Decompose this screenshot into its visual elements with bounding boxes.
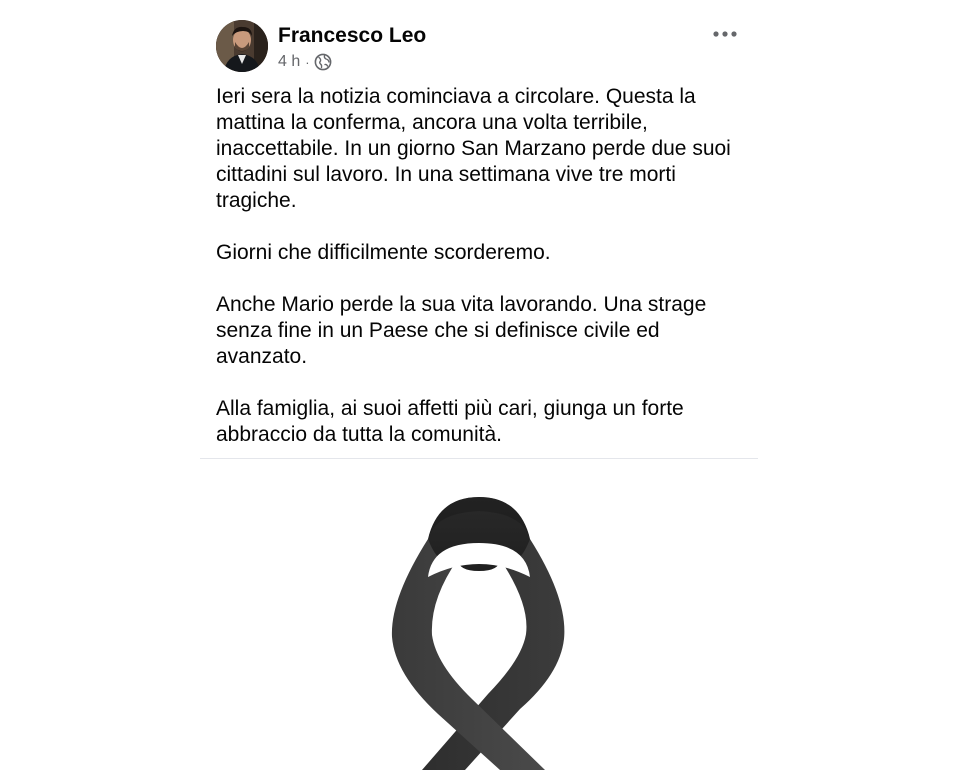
post-paragraph: Anche Mario perde la sua vita lavorando.… [216, 293, 707, 368]
mourning-ribbon-icon [391, 497, 565, 770]
post-timestamp[interactable]: 4 h [278, 53, 300, 71]
avatar-photo [216, 20, 268, 72]
post-header: Francesco Leo 4 h · [216, 20, 742, 74]
meta-separator: · [305, 54, 310, 70]
post-paragraph: Ieri sera la notizia cominciava a circol… [216, 85, 731, 212]
globe-icon[interactable] [314, 53, 332, 71]
post-body: Ieri sera la notizia cominciava a circol… [216, 84, 746, 448]
author-name[interactable]: Francesco Leo [278, 24, 426, 48]
post-paragraph: Giorni che difficilmente scorderemo. [216, 241, 551, 264]
post-paragraph: Alla famiglia, ai suoi affetti più cari,… [216, 397, 684, 446]
more-options-button[interactable] [708, 22, 742, 46]
author-avatar[interactable] [216, 20, 268, 72]
post-meta: 4 h · [278, 52, 332, 72]
facebook-post: Francesco Leo 4 h · Ieri sera la notizia… [200, 0, 758, 770]
more-options-icon [713, 31, 737, 37]
post-image[interactable] [200, 459, 758, 770]
